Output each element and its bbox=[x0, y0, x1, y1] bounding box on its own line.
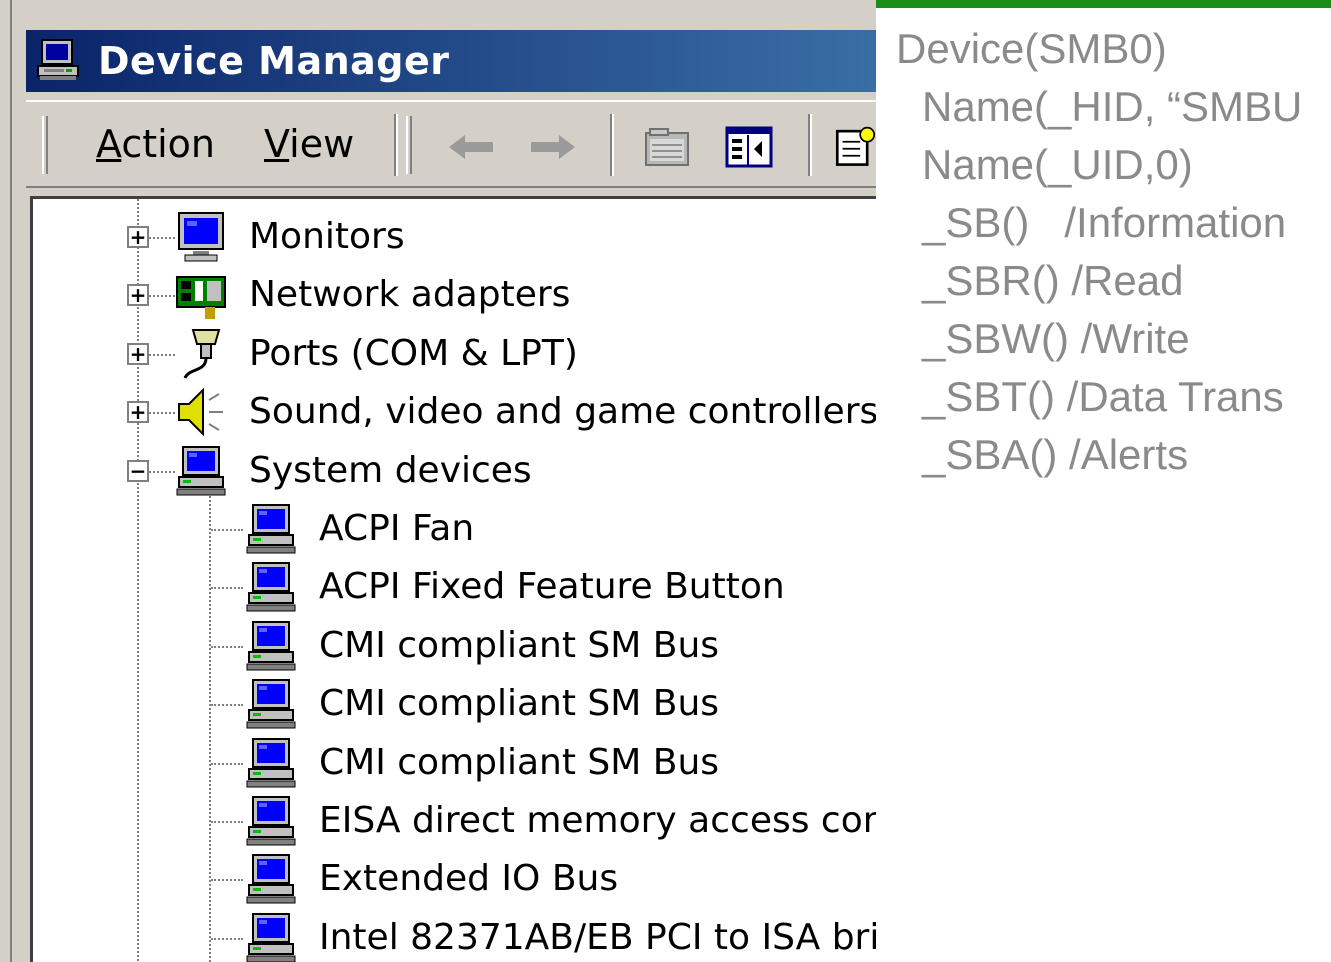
menu-action-label: ction bbox=[121, 122, 216, 166]
slide-line: _SBT() /Data Trans bbox=[922, 373, 1284, 420]
back-button[interactable] bbox=[444, 122, 498, 172]
tree-line bbox=[137, 199, 139, 962]
system-device-icon bbox=[246, 854, 296, 904]
tree-category-label[interactable]: System devices bbox=[249, 443, 532, 499]
tree-device-label[interactable]: CMI compliant SM Bus bbox=[319, 735, 719, 791]
system-device-icon bbox=[246, 562, 296, 612]
sound-icon bbox=[178, 387, 223, 437]
expand-toggle[interactable]: + bbox=[127, 401, 149, 424]
tree-line bbox=[211, 879, 243, 882]
network-adapter-icon bbox=[176, 276, 226, 320]
expand-toggle[interactable]: + bbox=[127, 226, 149, 248]
collapse-toggle[interactable]: − bbox=[127, 459, 149, 482]
monitor-icon bbox=[178, 212, 224, 262]
slide-line: _SBR() /Read bbox=[922, 257, 1184, 304]
system-device-icon bbox=[246, 737, 296, 788]
menu-toolbar: Action View bbox=[26, 100, 876, 188]
device-icon-wrap bbox=[245, 853, 297, 909]
help-icon bbox=[835, 126, 876, 166]
help-button[interactable] bbox=[832, 122, 876, 172]
computer-icon bbox=[176, 445, 226, 496]
tree-line bbox=[209, 493, 211, 962]
tree-line bbox=[149, 237, 175, 239]
tree-line bbox=[149, 412, 175, 415]
menu-view-accelerator: V bbox=[264, 122, 290, 166]
category-icon-wrap bbox=[175, 445, 227, 501]
tree-line bbox=[211, 762, 243, 765]
tree-category-label[interactable]: Network adapters bbox=[249, 267, 570, 323]
toolbar-separator bbox=[394, 114, 398, 176]
system-device-icon bbox=[246, 796, 296, 846]
slide-line: _SB() /Information bbox=[922, 199, 1287, 246]
slide-line: _SBA() /Alerts bbox=[922, 431, 1189, 478]
forward-arrow-icon bbox=[531, 135, 575, 159]
forward-button[interactable] bbox=[526, 122, 580, 172]
menu-view[interactable]: View bbox=[264, 118, 354, 170]
tree-device-label[interactable]: Intel 82371AB/EB PCI to ISA bridge (ISA … bbox=[319, 910, 876, 962]
system-device-icon bbox=[246, 504, 296, 554]
slide-line: Name(_HID, “SMBU bbox=[922, 83, 1303, 130]
tree-category-label[interactable]: Sound, video and game controllers bbox=[249, 384, 876, 440]
expand-toggle[interactable]: + bbox=[127, 342, 149, 365]
system-device-icon bbox=[246, 912, 296, 962]
tree-device-label[interactable]: EISA direct memory access controller bbox=[319, 793, 876, 849]
toolbar-separator bbox=[808, 114, 812, 176]
tree-line bbox=[211, 587, 243, 590]
tree-device-label[interactable]: Extended IO Bus bbox=[319, 851, 618, 907]
device-icon-wrap bbox=[245, 620, 297, 676]
back-arrow-icon bbox=[449, 135, 493, 159]
toolbar-grip[interactable] bbox=[42, 116, 48, 174]
tree-category-label[interactable]: Monitors bbox=[249, 209, 405, 265]
menu-view-label: iew bbox=[289, 122, 355, 166]
port-icon bbox=[183, 328, 221, 379]
expand-toggle[interactable]: + bbox=[127, 284, 149, 307]
menu-action-accelerator: A bbox=[96, 122, 122, 166]
tree-line bbox=[211, 937, 243, 940]
tree-device-label[interactable]: ACPI Fan bbox=[319, 501, 474, 557]
tree-category-label[interactable]: Ports (COM & LPT) bbox=[249, 326, 578, 382]
tree-line bbox=[149, 470, 175, 473]
menu-action[interactable]: Action bbox=[96, 118, 215, 170]
category-icon-wrap bbox=[175, 386, 227, 442]
category-icon-wrap bbox=[175, 211, 227, 267]
tree-line bbox=[211, 704, 243, 707]
device-icon-wrap bbox=[245, 795, 297, 851]
device-tree[interactable]: + Monitors + Network adapters + Ports (COM & … bbox=[30, 196, 876, 962]
slide-line: Device(SMB0) bbox=[896, 25, 1167, 72]
show-hide-tree-button[interactable] bbox=[722, 122, 776, 172]
slide-overlay-panel: Device(SMB0) Name(_HID, “SMBU Name(_UID,… bbox=[876, 0, 1331, 962]
tree-line bbox=[149, 353, 175, 356]
device-icon-wrap bbox=[245, 912, 297, 962]
window-title: Device Manager bbox=[98, 39, 450, 83]
device-icon-wrap bbox=[245, 561, 297, 617]
tree-line bbox=[211, 529, 243, 531]
properties-icon bbox=[645, 128, 689, 166]
toolbar-separator bbox=[610, 114, 614, 176]
show-hide-console-tree-icon bbox=[725, 126, 773, 168]
tree-device-label[interactable]: CMI compliant SM Bus bbox=[319, 618, 719, 674]
slide-accent-bar bbox=[876, 0, 1331, 8]
title-bar[interactable]: Device Manager bbox=[26, 30, 876, 92]
system-device-icon bbox=[246, 620, 296, 671]
device-icon-wrap bbox=[245, 678, 297, 734]
category-icon-wrap bbox=[175, 269, 227, 325]
window-frame bbox=[0, 0, 12, 962]
tree-device-label[interactable]: ACPI Fixed Feature Button bbox=[319, 559, 785, 615]
slide-line: _SBW() /Write bbox=[922, 315, 1190, 362]
device-icon-wrap bbox=[245, 503, 297, 559]
category-icon-wrap bbox=[175, 328, 227, 384]
tree-line bbox=[149, 295, 175, 298]
device-icon-wrap bbox=[245, 737, 297, 793]
properties-button[interactable] bbox=[640, 122, 694, 172]
tree-line bbox=[211, 645, 243, 648]
device-manager-icon bbox=[37, 39, 79, 80]
system-device-icon bbox=[246, 679, 296, 729]
tree-line bbox=[211, 821, 243, 823]
slide-line: Name(_UID,0) bbox=[922, 141, 1193, 188]
tree-device-label[interactable]: CMI compliant SM Bus bbox=[319, 676, 719, 732]
toolbar-grip[interactable] bbox=[406, 116, 412, 174]
device-manager-window: Device Manager Action View + Monitors + … bbox=[0, 0, 1331, 962]
